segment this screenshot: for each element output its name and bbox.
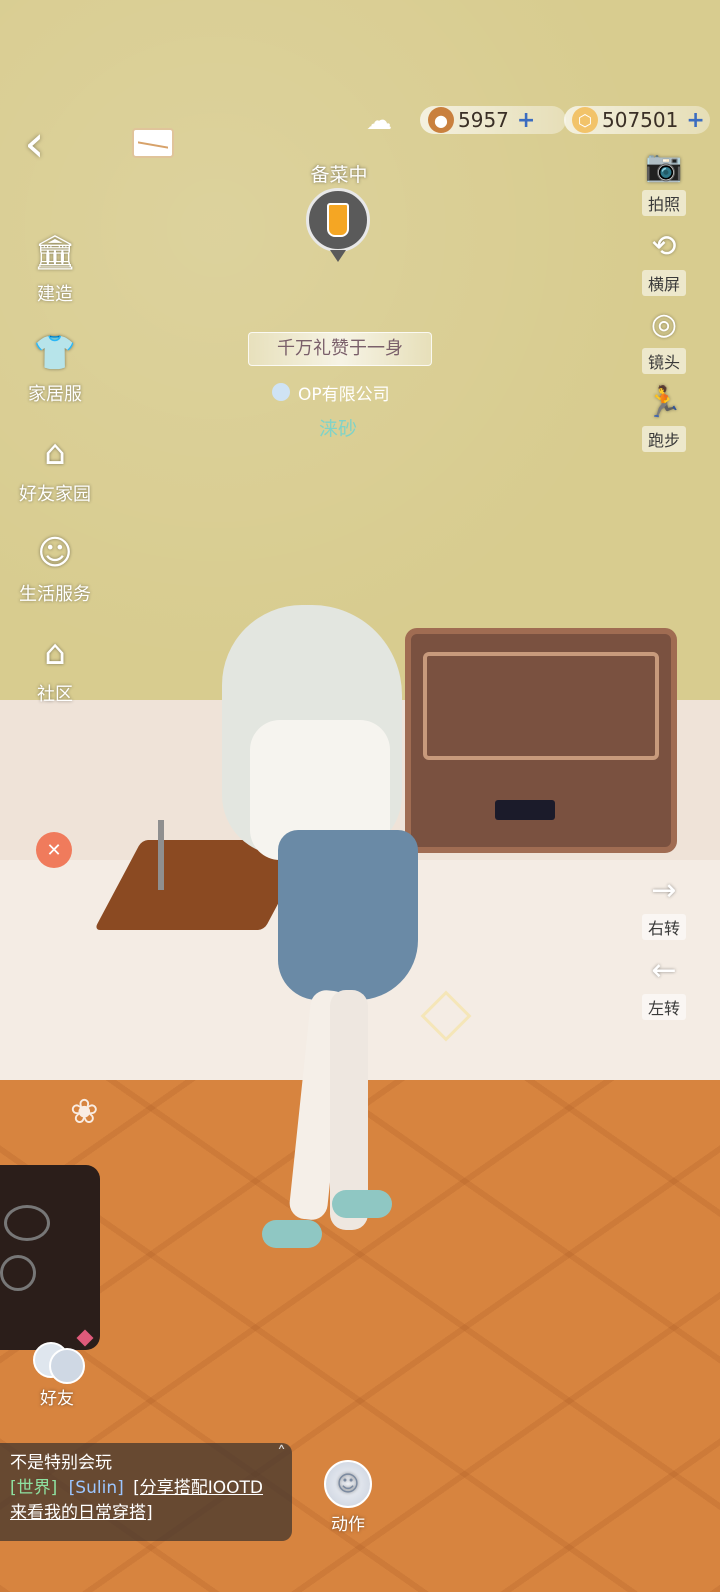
landscape-label: 横屏 [641, 270, 686, 296]
action-icon: ☺ [324, 1460, 372, 1508]
character-shoe [332, 1190, 392, 1218]
community-label: 社区 [37, 684, 73, 705]
knife [158, 820, 164, 890]
mail-icon[interactable] [132, 128, 174, 158]
weather-icon[interactable]: ☁ [366, 106, 402, 136]
action-label: 动作 [331, 1515, 365, 1535]
friends-label: 好友 [40, 1389, 74, 1409]
home-clothes-button[interactable]: 👕 家居服 [10, 330, 100, 406]
turn-left-button[interactable]: ← 左转 [636, 956, 692, 1020]
stove-top[interactable] [0, 1165, 100, 1350]
chat-outfit-link-cont[interactable]: 来看我的日常穿搭] [10, 1501, 282, 1526]
community-icon: ⌂ [44, 633, 66, 673]
acorn-currency[interactable]: ● 5957 + [420, 106, 566, 134]
run-button[interactable]: 🏃 跑步 [636, 388, 692, 452]
chat-user[interactable]: [Sulin] [69, 1478, 124, 1498]
gem-count: 507501 [602, 108, 679, 132]
character-shoe [262, 1220, 322, 1248]
life-service-icon: ☺ [37, 533, 73, 573]
character-skirt [278, 830, 418, 1000]
oven-appliance[interactable] [405, 628, 677, 853]
friend-home-icon: ⌂ [44, 433, 66, 473]
life-service-label: 生活服务 [19, 584, 91, 605]
acorn-count: 5957 [458, 108, 509, 132]
chevron-up-icon[interactable]: ˄ [277, 1441, 286, 1466]
photo-button[interactable]: 📷 拍照 [636, 152, 692, 216]
building-icon: 🏛 [33, 233, 77, 273]
lens-button[interactable]: ◎ 镜头 [636, 310, 692, 374]
chat-outfit-link[interactable]: [分享搭配IOOTD [133, 1478, 263, 1498]
arrow-left-icon: ← [651, 953, 677, 988]
gem-coin-icon: ⬡ [572, 107, 598, 133]
lens-label: 镜头 [641, 348, 686, 374]
player-title-plate: 千万礼赞于一身 [248, 332, 432, 366]
turn-left-label: 左转 [641, 994, 686, 1020]
guild-name: OP有限公司 [298, 384, 390, 405]
home-clothes-icon: 👕 [33, 333, 77, 373]
guild-badge-icon [272, 383, 290, 401]
add-gem-button[interactable]: + [686, 108, 704, 133]
lens-icon: ◎ [650, 307, 678, 342]
friends-icon [29, 1329, 94, 1384]
turn-right-label: 右转 [641, 914, 686, 940]
acorn-icon: ● [428, 107, 454, 133]
add-acorn-button[interactable]: + [517, 108, 535, 133]
paw-icon[interactable]: ❀ [70, 1092, 120, 1132]
cooking-status-label: 备菜中 [310, 164, 368, 186]
gem-currency[interactable]: ⬡ 507501 + [564, 106, 710, 134]
back-icon[interactable]: ‹ [24, 118, 68, 174]
chat-message-1: 不是特别会玩 [10, 1453, 112, 1473]
home-clothes-label: 家居服 [28, 384, 82, 405]
landscape-button[interactable]: ⟲ 横屏 [636, 232, 692, 296]
chat-message-2: [世界] [Sulin] [分享搭配IOOTD [10, 1476, 282, 1501]
chat-panel[interactable]: ˄ 不是特别会玩 [世界] [Sulin] [分享搭配IOOTD 来看我的日常穿… [0, 1443, 292, 1541]
build-label: 建造 [37, 284, 73, 305]
photo-label: 拍照 [641, 190, 686, 216]
friend-home-label: 好友家园 [19, 484, 91, 505]
chat-channel: [世界] [10, 1478, 58, 1498]
friend-home-button[interactable]: ⌂ 好友家园 [10, 430, 100, 506]
player-name: 涞砂 [318, 418, 357, 440]
guild-row: OP有限公司 [272, 380, 412, 405]
build-button[interactable]: 🏛 建造 [10, 230, 100, 306]
camera-icon: 📷 [645, 149, 683, 184]
run-icon: 🏃 [645, 385, 683, 420]
bubble-pointer [330, 250, 346, 262]
action-button[interactable]: ☺ 动作 [316, 1460, 380, 1535]
drink-cup-icon [327, 203, 349, 237]
turn-right-button[interactable]: → 右转 [636, 876, 692, 940]
arrow-right-icon: → [651, 873, 677, 908]
rotate-screen-icon: ⟲ [651, 229, 677, 264]
life-service-button[interactable]: ☺ 生活服务 [10, 530, 100, 606]
cooking-status-bubble[interactable] [306, 188, 370, 252]
run-label: 跑步 [641, 426, 686, 452]
friends-button[interactable]: 好友 [22, 1329, 94, 1409]
community-button[interactable]: ⌂ 社区 [10, 630, 100, 706]
dizzy-emoji-icon: ✕ [36, 832, 72, 868]
